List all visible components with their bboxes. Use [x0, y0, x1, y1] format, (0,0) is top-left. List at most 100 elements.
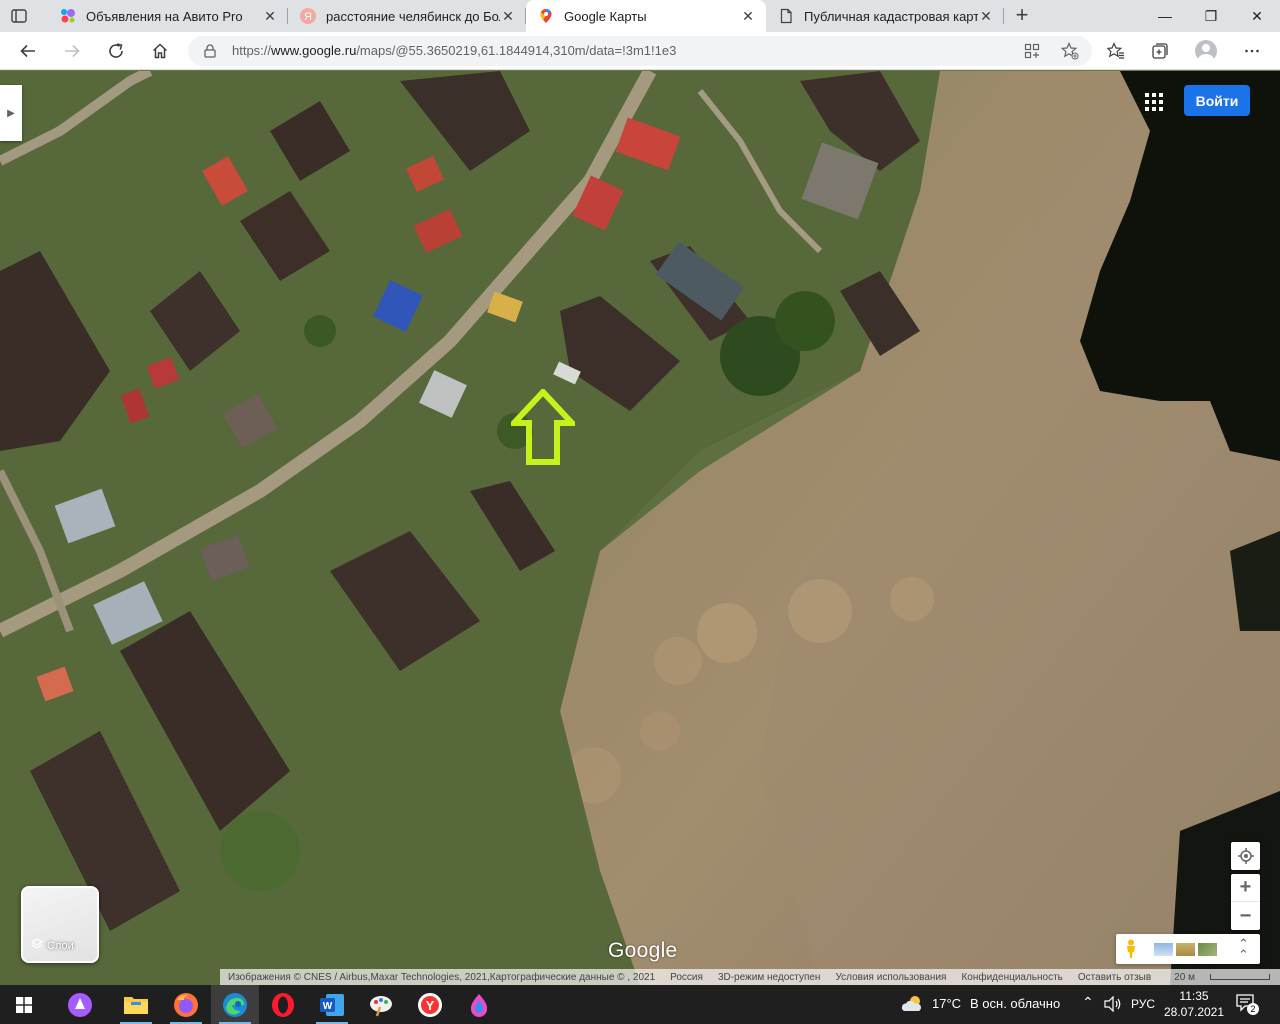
folder-icon: [124, 996, 148, 1014]
yandex-browser-app[interactable]: Y: [406, 985, 454, 1024]
satellite-map[interactable]: ▶ Войти Слои + − Google ⌃ ⌃ Изображения ©…: [0, 71, 1280, 985]
layers-label-row: Слои: [30, 938, 74, 953]
apps-grid-icon: [1024, 43, 1040, 59]
collections-button[interactable]: [1146, 37, 1174, 65]
terms-link[interactable]: Условия использования: [835, 972, 946, 983]
word-app[interactable]: W: [308, 985, 356, 1024]
collapse-sidebar-button[interactable]: ▶: [0, 85, 22, 141]
weather-icon[interactable]: [900, 994, 924, 1019]
3d-mode-text: 3D-режим недоступен: [717, 971, 821, 983]
country-link[interactable]: Россия: [670, 972, 703, 983]
close-window-button[interactable]: ✕: [1234, 0, 1280, 32]
tab-actions-icon[interactable]: [10, 7, 28, 25]
arrow-up-marker: [511, 389, 575, 465]
back-button[interactable]: [14, 37, 42, 65]
collections-icon: [1152, 43, 1168, 59]
paint-palette-icon: [370, 995, 392, 1016]
back-arrow-icon: [20, 44, 35, 58]
favorites-icon: [1107, 42, 1124, 59]
scale-bar: [1209, 973, 1270, 980]
close-tab-icon[interactable]: ✕: [978, 8, 994, 24]
pegman-icon[interactable]: [1124, 939, 1138, 964]
app-available-button[interactable]: [1018, 37, 1046, 65]
attribution-bar: Изображения © CNES / Airbus,Maxar Techno…: [220, 969, 1280, 985]
home-button[interactable]: [146, 37, 174, 65]
tab-cadastral-map[interactable]: Публичная кадастровая карта Ч ✕: [766, 0, 1004, 32]
opera-app[interactable]: [259, 985, 307, 1024]
input-language[interactable]: РУС: [1131, 997, 1155, 1011]
url-host: www.google.ru: [271, 43, 357, 58]
tab-google-maps[interactable]: Google Карты ✕: [526, 0, 766, 32]
url-text: https://www.google.ru/maps/@55.3650219,6…: [232, 43, 676, 58]
system-clock[interactable]: 11:35 28.07.2021: [1160, 988, 1228, 1020]
location-target-icon: [1237, 848, 1254, 864]
tab-title: Объявления на Авито Pro: [86, 8, 243, 24]
drop-icon: [470, 993, 488, 1017]
address-bar[interactable]: https://www.google.ru/maps/@55.3650219,6…: [188, 36, 1092, 66]
notification-center-button[interactable]: 2: [1236, 994, 1259, 1015]
volume-icon[interactable]: [1104, 995, 1122, 1017]
layers-button[interactable]: Слои: [21, 886, 99, 963]
windows-taskbar: W Y 17°C В осн. облачно ⌃ РУС 11:35 28.0…: [0, 985, 1280, 1024]
forward-arrow-icon: [65, 44, 80, 58]
svg-text:Я: Я: [304, 11, 312, 23]
file-explorer-app[interactable]: [112, 985, 160, 1024]
add-favorite-button[interactable]: [1056, 37, 1084, 65]
tab-avito[interactable]: Объявления на Авито Pro ✕: [48, 0, 288, 32]
edge-icon: [223, 992, 247, 1017]
signin-button[interactable]: Войти: [1184, 85, 1250, 116]
zoom-control: + −: [1231, 874, 1260, 930]
reload-button[interactable]: [102, 37, 130, 65]
notification-count: 2: [1247, 1003, 1259, 1015]
clock-time: 11:35: [1179, 989, 1209, 1003]
minimize-button[interactable]: —: [1142, 0, 1188, 32]
forward-button[interactable]: [58, 37, 86, 65]
word-icon: W: [320, 993, 344, 1016]
start-button[interactable]: [0, 985, 48, 1024]
url-path: /maps/@55.3650219,61.1844914,310m/data=!…: [356, 43, 677, 58]
my-location-button[interactable]: [1231, 842, 1260, 870]
close-tab-icon[interactable]: ✕: [262, 8, 278, 24]
google-apps-button[interactable]: [1140, 88, 1168, 116]
close-tab-icon[interactable]: ✕: [740, 8, 756, 24]
firefox-icon: [174, 992, 198, 1017]
imagery-thumb-2-icon[interactable]: [1176, 943, 1195, 956]
color-app[interactable]: [455, 985, 503, 1024]
restore-button[interactable]: ❐: [1188, 0, 1234, 32]
firefox-app[interactable]: [162, 985, 210, 1024]
close-tab-icon[interactable]: ✕: [500, 8, 516, 24]
lock-icon[interactable]: [202, 43, 218, 59]
imagery-thumb-1-icon[interactable]: [1154, 943, 1173, 956]
scale-indicator[interactable]: 20 м: [1166, 972, 1277, 983]
paint-app[interactable]: [357, 985, 405, 1024]
chevron-up-icon[interactable]: ⌃: [1082, 994, 1094, 1011]
alice-app[interactable]: [56, 985, 104, 1024]
satellite-imagery: [0, 71, 1280, 985]
avatar: [1195, 40, 1217, 62]
new-tab-button[interactable]: +: [1011, 4, 1033, 27]
privacy-link[interactable]: Конфиденциальность: [961, 972, 1062, 983]
clock-date: 28.07.2021: [1163, 1005, 1225, 1019]
layers-icon: [30, 938, 44, 953]
opera-icon: [272, 992, 294, 1017]
reload-icon: [109, 43, 123, 58]
favorites-button[interactable]: [1102, 37, 1130, 65]
weather-temp[interactable]: 17°C: [932, 996, 961, 1011]
tab-strip: Объявления на Авито Pro ✕ Я расстояние ч…: [0, 0, 1280, 32]
feedback-link[interactable]: Оставить отзыв: [1078, 972, 1151, 983]
zoom-in-button[interactable]: +: [1231, 874, 1260, 902]
weather-desc[interactable]: В осн. облачно: [970, 996, 1060, 1011]
edge-app[interactable]: [211, 985, 259, 1024]
profile-button[interactable]: [1192, 37, 1220, 65]
zoom-out-button[interactable]: −: [1231, 902, 1260, 930]
layers-label: Слои: [47, 939, 74, 952]
tab-yandex[interactable]: Я расстояние челябинск до Больш ✕: [288, 0, 526, 32]
imagery-attribution: Изображения © CNES / Airbus,Maxar Techno…: [228, 971, 656, 983]
tab-title: расстояние челябинск до Больш: [326, 8, 500, 24]
imagery-thumb-3-icon[interactable]: [1198, 943, 1217, 956]
settings-menu-button[interactable]: [1238, 37, 1266, 65]
more-icon: [1245, 49, 1259, 53]
home-icon: [152, 43, 168, 59]
expand-thumbnails-icon[interactable]: ⌃ ⌃: [1238, 937, 1249, 961]
yandex-favicon-icon: Я: [300, 8, 316, 24]
